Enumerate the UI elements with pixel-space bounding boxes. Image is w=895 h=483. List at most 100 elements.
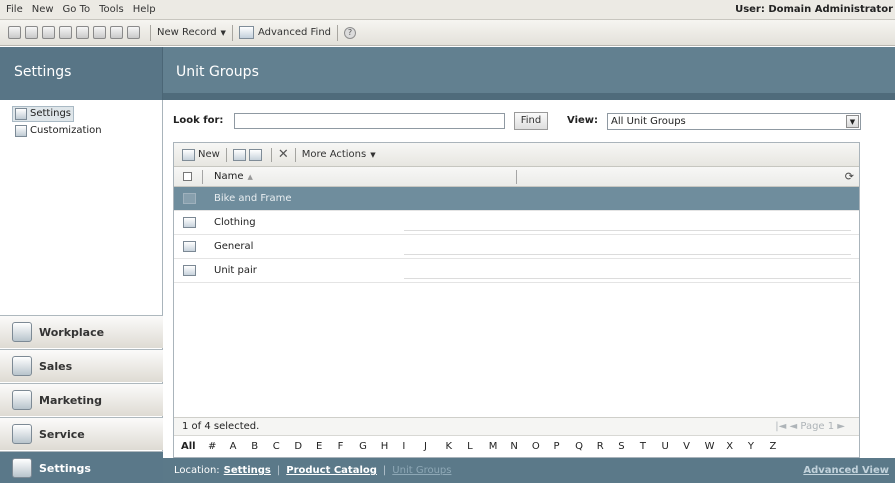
toolbar-separator	[150, 24, 151, 41]
column-header-name[interactable]: Name ▲	[214, 171, 253, 182]
alpha-n[interactable]: N	[510, 441, 532, 452]
alpha-p[interactable]: P	[554, 441, 576, 452]
table-row[interactable]: Bike and Frame	[174, 187, 859, 211]
breadcrumb-separator: |	[276, 465, 281, 476]
grid-toolbar: New ✕ More Actions ▼	[174, 143, 859, 167]
search-input[interactable]	[234, 113, 505, 129]
toolbar-separator	[294, 147, 296, 162]
chevron-down-icon: ▼	[220, 28, 226, 37]
workspace-marketing-button[interactable]: Marketing	[0, 383, 163, 416]
workspace-settings-button[interactable]: Settings	[0, 451, 163, 483]
grid-header: Name ▲ ⟳	[174, 167, 859, 187]
workspace-service-button[interactable]: Service	[0, 417, 163, 450]
advanced-find-button[interactable]: Advanced Find	[238, 26, 331, 39]
breadcrumb-unit-groups[interactable]: Unit Groups	[392, 465, 451, 476]
row-name[interactable]: Unit pair	[214, 265, 257, 276]
menu-tools[interactable]: Tools	[99, 4, 124, 15]
location-bar: Location: Settings | Product Catalog | U…	[163, 458, 895, 483]
menu-file[interactable]: File	[6, 4, 23, 15]
alpha-m[interactable]: M	[489, 441, 511, 452]
menu-help[interactable]: Help	[133, 4, 156, 15]
more-actions-button[interactable]: More Actions ▼	[302, 149, 376, 160]
location-label: Location:	[174, 465, 220, 476]
print-icon[interactable]	[232, 148, 246, 161]
alpha-hash[interactable]: #	[208, 441, 230, 452]
delete-icon[interactable]: ✕	[278, 147, 289, 162]
prev-page-icon[interactable]: ◄	[789, 421, 797, 432]
nav-item-settings[interactable]: Settings	[12, 106, 75, 122]
alpha-f[interactable]: F	[338, 441, 360, 452]
table-row[interactable]: Clothing	[174, 211, 859, 235]
next-page-icon[interactable]: ►	[837, 421, 845, 432]
toolbar-separator	[225, 147, 227, 162]
breadcrumb-product-catalog[interactable]: Product Catalog	[286, 465, 377, 476]
view-select[interactable]: All Unit Groups ▼	[607, 113, 861, 130]
chevron-down-icon[interactable]: ▼	[846, 115, 859, 128]
alpha-all[interactable]: All	[181, 441, 208, 452]
new-record-button[interactable]: New Record ▼	[157, 27, 226, 38]
export-icon[interactable]	[248, 148, 262, 161]
records-grid: New ✕ More Actions ▼ Name ▲ ⟳ Bike and Fra…	[173, 142, 860, 458]
refresh-icon[interactable]	[42, 26, 55, 39]
look-for-label: Look for:	[173, 115, 224, 126]
find-button[interactable]: Find	[514, 112, 548, 130]
alpha-v[interactable]: V	[683, 441, 705, 452]
alpha-u[interactable]: U	[661, 441, 683, 452]
left-nav: Settings Customization Workplace Sales M…	[0, 100, 163, 483]
alpha-t[interactable]: T	[640, 441, 662, 452]
workspace-sales-button[interactable]: Sales	[0, 349, 163, 382]
alpha-x[interactable]: X	[726, 441, 748, 452]
alpha-e[interactable]: E	[316, 441, 338, 452]
row-name[interactable]: Bike and Frame	[214, 193, 292, 204]
help-icon[interactable]: ?	[344, 26, 356, 39]
alpha-s[interactable]: S	[618, 441, 640, 452]
alpha-c[interactable]: C	[273, 441, 295, 452]
first-page-icon[interactable]: |◄	[775, 421, 786, 432]
alpha-h[interactable]: H	[381, 441, 403, 452]
table-row[interactable]: General	[174, 235, 859, 259]
breadcrumb-settings[interactable]: Settings	[224, 465, 271, 476]
advanced-view-link[interactable]: Advanced View	[803, 465, 889, 476]
alpha-g[interactable]: G	[359, 441, 381, 452]
toolbar-separator	[231, 24, 233, 41]
alpha-d[interactable]: D	[294, 441, 316, 452]
row-name[interactable]: General	[214, 241, 253, 252]
alpha-l[interactable]: L	[467, 441, 489, 452]
new-record-label: New Record	[157, 27, 217, 38]
mail-icon[interactable]	[59, 26, 72, 39]
workspace-workplace-button[interactable]: Workplace	[0, 315, 163, 348]
nav-item-label: Settings	[30, 108, 72, 119]
select-all-checkbox[interactable]	[183, 172, 192, 181]
workspace-label: Workplace	[39, 325, 105, 339]
grid-new-button[interactable]: New	[198, 149, 220, 160]
phone-icon[interactable]	[127, 26, 140, 39]
alpha-b[interactable]: B	[251, 441, 273, 452]
document-icon[interactable]	[76, 26, 89, 39]
alpha-a[interactable]: A	[230, 441, 252, 452]
nav-item-customization[interactable]: Customization	[15, 125, 102, 137]
calendar-icon[interactable]	[93, 26, 106, 39]
forward-icon[interactable]	[25, 26, 38, 39]
alpha-q[interactable]: Q	[575, 441, 597, 452]
customization-icon	[15, 125, 27, 137]
alpha-w[interactable]: W	[705, 441, 727, 452]
alpha-z[interactable]: Z	[769, 441, 791, 452]
refresh-icon[interactable]: ⟳	[845, 170, 854, 183]
row-name[interactable]: Clothing	[214, 217, 256, 228]
alpha-j[interactable]: J	[424, 441, 446, 452]
main-content: Look for: Find View: All Unit Groups ▼ N…	[163, 100, 895, 483]
alpha-y[interactable]: Y	[748, 441, 770, 452]
alpha-i[interactable]: I	[402, 441, 424, 452]
alpha-r[interactable]: R	[597, 441, 619, 452]
menu-new[interactable]: New	[32, 4, 54, 15]
alpha-k[interactable]: K	[446, 441, 468, 452]
settings-workspace-icon	[12, 458, 32, 478]
unit-group-icon	[183, 265, 196, 276]
workspace-label: Sales	[39, 359, 73, 373]
back-icon[interactable]	[8, 26, 21, 39]
table-row[interactable]: Unit pair	[174, 259, 859, 283]
alpha-o[interactable]: O	[532, 441, 554, 452]
main-toolbar: New Record ▼ Advanced Find ?	[0, 20, 895, 46]
menu-goto[interactable]: Go To	[63, 4, 91, 15]
task-icon[interactable]	[110, 26, 123, 39]
